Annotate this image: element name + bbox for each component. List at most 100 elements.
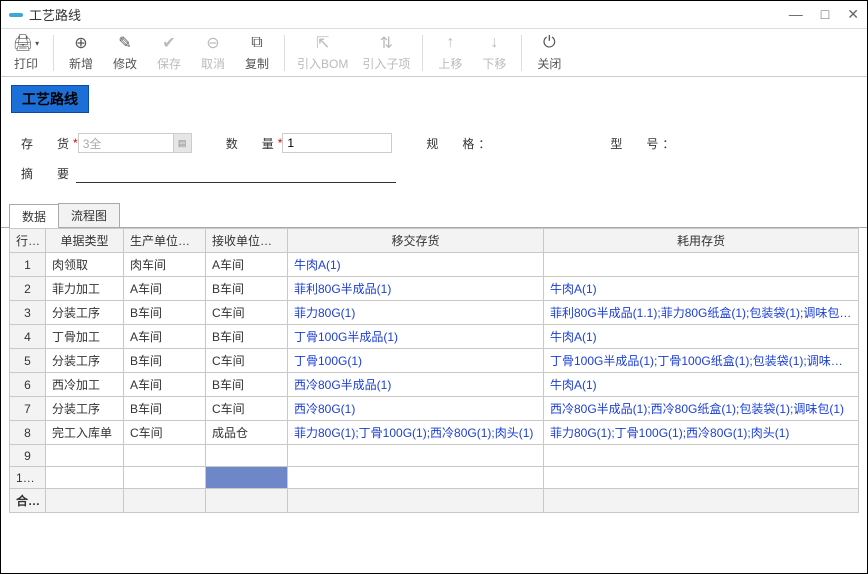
cell-deliver[interactable] (288, 467, 544, 489)
cell-type[interactable]: 西冷加工 (46, 373, 124, 397)
cell-deliver[interactable]: 西冷80G(1) (288, 397, 544, 421)
model-label: 型 号 (610, 135, 658, 152)
print-label: 打印 (14, 55, 38, 72)
col-recv[interactable]: 接收单位全名 (206, 229, 288, 253)
cell-prod[interactable]: B车间 (124, 397, 206, 421)
minimize-button[interactable]: — (789, 6, 803, 23)
col-type[interactable]: 单据类型 (46, 229, 124, 253)
cell-type[interactable]: 菲力加工 (46, 277, 124, 301)
cell-consume[interactable]: 丁骨100G半成品(1);丁骨100G纸盒(1);包装袋(1);调味包(1) (544, 349, 859, 373)
cell-consume[interactable]: 牛肉A(1) (544, 325, 859, 349)
add-button[interactable]: ⊕ 新增 (60, 31, 102, 75)
move-up-button[interactable]: ↑ 上移 (429, 31, 471, 75)
cell-deliver[interactable]: 西冷80G半成品(1) (288, 373, 544, 397)
cell-consume[interactable]: 牛肉A(1) (544, 373, 859, 397)
cell-deliver[interactable]: 菲力80G(1) (288, 301, 544, 325)
cell-type[interactable] (46, 467, 124, 489)
cell-type[interactable]: 丁骨加工 (46, 325, 124, 349)
table-row[interactable]: 2菲力加工A车间B车间菲利80G半成品(1)牛肉A(1) (10, 277, 859, 301)
edit-button[interactable]: ✎ 修改 (104, 31, 146, 75)
cell-prod[interactable]: 肉车间 (124, 253, 206, 277)
cell-prod[interactable] (124, 467, 206, 489)
arrow-down-icon: ↓ (490, 33, 498, 53)
cell-prod[interactable]: C车间 (124, 421, 206, 445)
cell-type[interactable]: 肉领取 (46, 253, 124, 277)
table-row[interactable]: 4丁骨加工A车间B车间丁骨100G半成品(1)牛肉A(1) (10, 325, 859, 349)
summary-label: 摘 要 (21, 165, 69, 182)
import-bom-button[interactable]: ⇱ 引入BOM (291, 31, 354, 75)
cell-type[interactable]: 完工入库单 (46, 421, 124, 445)
cancel-button[interactable]: ⊖ 取消 (192, 31, 234, 75)
cell-deliver[interactable]: 丁骨100G(1) (288, 349, 544, 373)
table-row[interactable]: 8完工入库单C车间成品仓菲力80G(1);丁骨100G(1);西冷80G(1);… (10, 421, 859, 445)
cell-recv[interactable]: C车间 (206, 349, 288, 373)
cell-type[interactable]: 分装工序 (46, 397, 124, 421)
cell-type[interactable] (46, 445, 124, 467)
table-row[interactable]: 6西冷加工A车间B车间西冷80G半成品(1)牛肉A(1) (10, 373, 859, 397)
colon: ： (662, 135, 674, 152)
close-window-button[interactable]: ✕ (847, 6, 859, 23)
copy-button[interactable]: ⧉ 复制 (236, 31, 278, 75)
cell-recv[interactable]: A车间 (206, 253, 288, 277)
cell-recv[interactable]: B车间 (206, 373, 288, 397)
cell-consume[interactable]: 牛肉A(1) (544, 277, 859, 301)
cell-consume[interactable] (544, 467, 859, 489)
cancel-icon: ⊖ (206, 33, 219, 53)
cell-prod[interactable] (124, 445, 206, 467)
add-label: 新增 (69, 55, 93, 72)
cell-recv[interactable]: B车间 (206, 325, 288, 349)
cell-deliver[interactable]: 菲利80G半成品(1) (288, 277, 544, 301)
move-down-button[interactable]: ↓ 下移 (473, 31, 515, 75)
col-rownum[interactable]: 行号 (10, 229, 46, 253)
print-button[interactable]: 🖨▾ 打印 (5, 31, 47, 75)
qty-input[interactable] (282, 133, 392, 153)
plus-circle-icon: ⊕ (74, 33, 87, 53)
colon: ： (478, 135, 490, 152)
cell-recv[interactable]: C车间 (206, 301, 288, 325)
cell-type[interactable]: 分装工序 (46, 349, 124, 373)
table-row[interactable]: 3分装工序B车间C车间菲力80G(1)菲利80G半成品(1.1);菲力80G纸盒… (10, 301, 859, 325)
cell-recv[interactable] (206, 467, 288, 489)
cell-prod[interactable]: A车间 (124, 277, 206, 301)
cell-prod[interactable]: B车间 (124, 349, 206, 373)
stock-input[interactable] (78, 133, 174, 153)
import-sub-button[interactable]: ⇅ 引入子项 (356, 31, 416, 75)
cell-recv[interactable]: C车间 (206, 397, 288, 421)
table-row[interactable]: 10 ▶ (10, 467, 859, 489)
save-button[interactable]: ✔ 保存 (148, 31, 190, 75)
close-button[interactable]: ⏻ 关闭 (528, 31, 570, 75)
cell-prod[interactable]: A车间 (124, 373, 206, 397)
tabs: 数据 流程图 (1, 203, 867, 228)
cell-recv[interactable]: 成品仓 (206, 421, 288, 445)
cell-recv[interactable] (206, 445, 288, 467)
col-deliver[interactable]: 移交存货 (288, 229, 544, 253)
cell-consume[interactable]: 西冷80G半成品(1);西冷80G纸盒(1);包装袋(1);调味包(1) (544, 397, 859, 421)
table-row[interactable]: 9 (10, 445, 859, 467)
cell-prod[interactable]: A车间 (124, 325, 206, 349)
qty-label: 数 量 (226, 135, 274, 152)
table-row[interactable]: 5分装工序B车间C车间丁骨100G(1)丁骨100G半成品(1);丁骨100G纸… (10, 349, 859, 373)
cell-deliver[interactable]: 丁骨100G半成品(1) (288, 325, 544, 349)
cell-consume[interactable]: 菲利80G半成品(1.1);菲力80G纸盒(1);包装袋(1);调味包(1) (544, 301, 859, 325)
tab-data[interactable]: 数据 (9, 204, 59, 228)
table-row[interactable]: 1肉领取肉车间A车间牛肉A(1) (10, 253, 859, 277)
cell-prod[interactable]: B车间 (124, 301, 206, 325)
cell-deliver[interactable]: 牛肉A(1) (288, 253, 544, 277)
maximize-button[interactable]: □ (821, 6, 829, 23)
cell-recv[interactable]: B车间 (206, 277, 288, 301)
cell-type[interactable]: 分装工序 (46, 301, 124, 325)
col-consume[interactable]: 耗用存货 (544, 229, 859, 253)
cell-deliver[interactable]: 菲力80G(1);丁骨100G(1);西冷80G(1);肉头(1) (288, 421, 544, 445)
summary-input[interactable] (76, 163, 396, 183)
window-title: 工艺路线 (29, 5, 789, 24)
stock-picker-button[interactable]: ▤ (174, 133, 192, 153)
col-prod[interactable]: 生产单位全名 (124, 229, 206, 253)
cell-consume[interactable] (544, 253, 859, 277)
cell-deliver[interactable] (288, 445, 544, 467)
tab-flow[interactable]: 流程图 (58, 203, 120, 227)
table-row[interactable]: 7分装工序B车间C车间西冷80G(1)西冷80G半成品(1);西冷80G纸盒(1… (10, 397, 859, 421)
cell-consume[interactable] (544, 445, 859, 467)
cell-consume[interactable]: 菲力80G(1);丁骨100G(1);西冷80G(1);肉头(1) (544, 421, 859, 445)
copy-label: 复制 (245, 55, 269, 72)
grid[interactable]: 行号 单据类型 生产单位全名 接收单位全名 移交存货 耗用存货 1肉领取肉车间A… (9, 228, 859, 560)
